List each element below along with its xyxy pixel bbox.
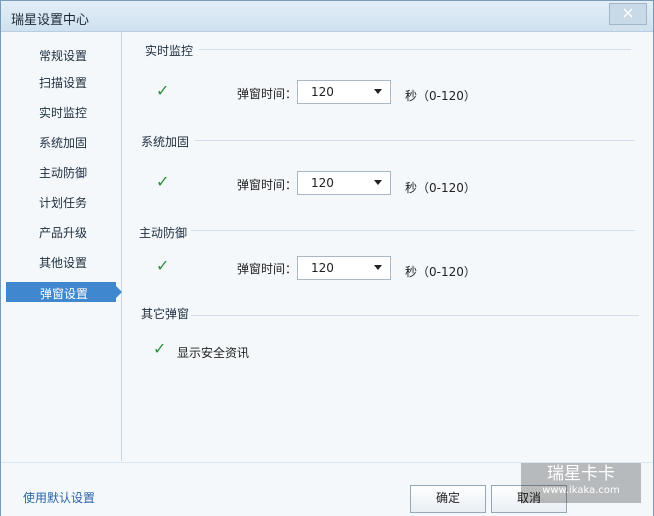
chevron-down-icon <box>374 265 382 270</box>
sidebar-item-popup-label: 弹窗设置 <box>40 287 89 301</box>
title-bar: 瑞星设置中心 × <box>1 1 653 32</box>
chevron-down-icon <box>374 89 382 94</box>
system-time-label: 弹窗时间： <box>237 178 298 192</box>
realtime-time-value: 120 <box>311 85 334 99</box>
watermark-url: www.ikaka.com <box>542 485 620 496</box>
system-unit: 秒（0-120） <box>405 181 476 195</box>
sidebar-item-general[interactable]: 常规设置 <box>39 47 87 64</box>
system-time-value: 120 <box>311 176 334 190</box>
section-divider <box>195 140 635 141</box>
checkbox-active-defense[interactable]: ✓ <box>156 258 170 274</box>
chevron-down-icon <box>374 180 382 185</box>
section-title-other: 其它弹窗 <box>141 307 190 321</box>
sidebar-item-system-harden[interactable]: 系统加固 <box>39 134 87 151</box>
sidebar-item-other[interactable]: 其他设置 <box>39 254 87 271</box>
checkbox-system[interactable]: ✓ <box>156 174 170 190</box>
sidebar: 常规设置 扫描设置 实时监控 系统加固 主动防御 计划任务 产品升级 其他设置 … <box>1 32 122 461</box>
realtime-time-label: 弹窗时间： <box>237 87 298 101</box>
active-defense-time-label: 弹窗时间： <box>237 262 298 276</box>
show-news-label: 显示安全资讯 <box>177 346 250 360</box>
realtime-time-select[interactable]: 120 <box>297 80 391 104</box>
watermark-logo: 瑞星卡卡 www.ikaka.com <box>521 463 641 503</box>
active-defense-unit: 秒（0-120） <box>405 265 476 279</box>
restore-default-link[interactable]: 使用默认设置 <box>23 489 95 506</box>
checkbox-show-news[interactable]: ✓ <box>153 341 167 357</box>
section-title-realtime: 实时监控 <box>145 44 194 58</box>
section-divider <box>191 315 639 316</box>
settings-window: 瑞星设置中心 × 常规设置 扫描设置 实时监控 系统加固 主动防御 计划任务 产… <box>0 0 654 516</box>
watermark-brand: 瑞星卡卡 <box>547 464 615 484</box>
system-time-select[interactable]: 120 <box>297 171 391 195</box>
section-title-active-defense: 主动防御 <box>139 226 188 240</box>
close-button[interactable]: × <box>609 3 647 25</box>
sidebar-item-scan[interactable]: 扫描设置 <box>39 74 87 91</box>
active-pointer-icon <box>116 286 122 298</box>
sidebar-item-popup[interactable]: 弹窗设置 <box>6 282 122 302</box>
section-divider <box>199 49 631 50</box>
realtime-unit: 秒（0-120） <box>405 89 476 103</box>
sidebar-item-realtime[interactable]: 实时监控 <box>39 104 87 121</box>
checkbox-realtime[interactable]: ✓ <box>156 83 170 99</box>
sidebar-item-product-upgrade[interactable]: 产品升级 <box>39 224 87 241</box>
ok-button[interactable]: 确定 <box>410 485 486 513</box>
sidebar-item-scheduled-tasks[interactable]: 计划任务 <box>39 194 87 211</box>
section-title-system: 系统加固 <box>141 135 190 149</box>
window-title: 瑞星设置中心 <box>11 13 90 28</box>
active-defense-time-select[interactable]: 120 <box>297 256 391 280</box>
active-defense-time-value: 120 <box>311 261 334 275</box>
section-divider <box>191 230 635 231</box>
sidebar-item-active-defense[interactable]: 主动防御 <box>39 164 87 181</box>
